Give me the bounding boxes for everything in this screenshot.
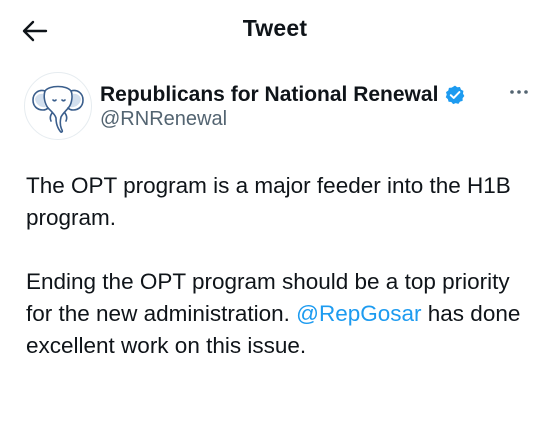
tweet-text: The OPT program is a major feeder into t… [26, 170, 526, 362]
top-bar: Tweet [0, 0, 550, 60]
mention-link[interactable]: @RepGosar [296, 301, 421, 326]
user-handle[interactable]: @RNRenewal [100, 108, 227, 131]
more-options-button[interactable] [504, 82, 534, 102]
tweet-paragraph-1: The OPT program is a major feeder into t… [26, 173, 511, 230]
verified-badge-icon [446, 85, 465, 105]
elephant-logo-icon [32, 85, 84, 133]
tweet-paragraph-2: Ending the OPT program should be a top p… [26, 266, 526, 362]
name-line: Republicans for National Renewal [100, 81, 466, 109]
page-title: Tweet [242, 15, 308, 41]
tweet-author: Republicans for National Renewal @RNRene… [24, 72, 534, 142]
display-name[interactable]: Republicans for National Renewal [100, 83, 438, 107]
avatar[interactable] [24, 72, 92, 140]
more-horizontal-icon [510, 90, 528, 94]
